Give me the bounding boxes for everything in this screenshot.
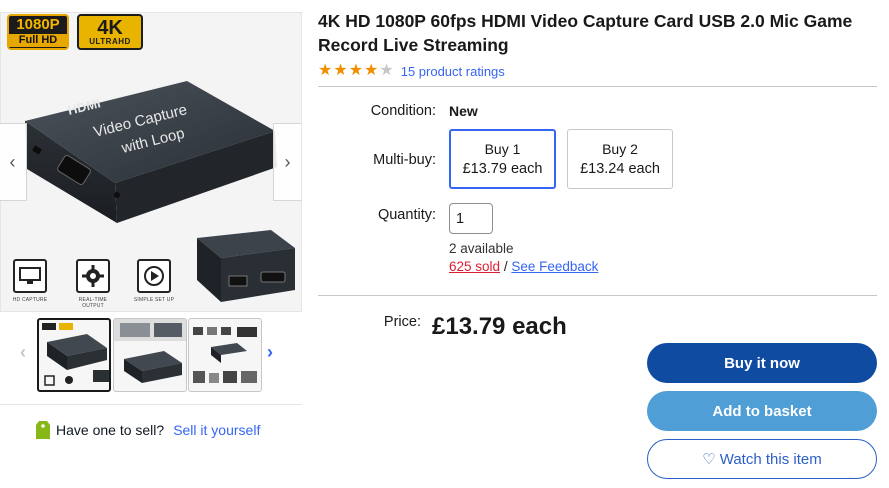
heart-icon: ♡	[702, 451, 716, 468]
watch-item-label: Watch this item	[719, 450, 822, 468]
sell-it-yourself-link[interactable]: Sell it yourself	[173, 422, 260, 438]
multibuy-label: Multi-buy:	[373, 152, 436, 168]
thumb-prev-icon[interactable]: ‹	[20, 342, 26, 363]
feature-caption: SIMPLE SET UP	[133, 297, 175, 303]
left-divider	[0, 404, 302, 405]
feature-simple-setup: SIMPLE SET UP	[129, 259, 179, 303]
product-title: 4K HD 1080P 60fps HDMI Video Capture Car…	[318, 11, 853, 55]
feature-caption: REAL-TIME OUTPUT	[78, 297, 108, 309]
sold-feedback-line: 625 sold / See Feedback	[449, 259, 598, 274]
quantity-label: Quantity:	[377, 207, 436, 223]
buy-it-now-label: Buy it now	[724, 354, 800, 372]
feature-realtime-output: REAL-TIME OUTPUT	[68, 259, 118, 309]
add-to-basket-label: Add to basket	[712, 402, 812, 420]
badge-1080p-top: 1080P	[16, 16, 60, 33]
product-rating[interactable]: ★ ★ ★ ★ ★ 15 product ratings	[318, 63, 505, 79]
see-feedback-link[interactable]: See Feedback	[511, 259, 598, 274]
feature-caption: HD CAPTURE	[12, 297, 48, 303]
condition-value: New	[449, 103, 478, 119]
monitor-icon	[13, 259, 47, 293]
chevron-left-icon: ‹	[9, 151, 16, 172]
multibuy-option-buy-1[interactable]: Buy 1 £13.79 each	[449, 129, 556, 189]
quantity-input[interactable]	[449, 203, 493, 234]
buy-it-now-button[interactable]: Buy it now	[647, 343, 877, 383]
multibuy-option-buy-2[interactable]: Buy 2 £13.24 each	[567, 129, 673, 189]
price-value: £13.79 each	[432, 313, 567, 340]
condition-label: Condition:	[370, 103, 436, 119]
star-full-icon: ★	[318, 62, 333, 79]
badge-1080p: 1080P Full HD	[7, 14, 69, 50]
sell-question: Have one to sell?	[56, 422, 165, 438]
capture-card-small-illustration	[197, 230, 295, 302]
separator: /	[503, 259, 508, 274]
multibuy-option-price: £13.79 each	[462, 161, 543, 177]
chevron-right-icon: ›	[284, 151, 291, 172]
badge-1080p-bottom: Full HD	[9, 34, 67, 47]
play-icon	[137, 259, 171, 293]
badge-4k-top: 4K	[97, 17, 123, 39]
thumbnail-strip: ‹ ›	[0, 318, 302, 394]
multibuy-option-price: £13.24 each	[580, 161, 660, 177]
thumbnail-2[interactable]	[113, 318, 187, 392]
main-product-image[interactable]: 1080P Full HD 4K ULTRAHD HDMI Video Capt…	[0, 12, 302, 312]
price-tag-icon	[36, 421, 50, 439]
gallery-prev-button[interactable]: ‹	[0, 123, 27, 201]
star-empty-icon: ★	[379, 62, 394, 79]
badge-4k-bottom: ULTRAHD	[89, 37, 131, 46]
capture-card-illustration: HDMI Video Capture with Loop	[25, 81, 277, 223]
sold-count-link[interactable]: 625 sold	[449, 259, 500, 274]
star-full-icon: ★	[348, 62, 364, 79]
watch-item-button[interactable]: ♡ Watch this item	[647, 439, 877, 479]
star-full-icon: ★	[333, 62, 348, 79]
add-to-basket-button[interactable]: Add to basket	[647, 391, 877, 431]
badge-4k: 4K ULTRAHD	[77, 14, 143, 50]
thumbnail-3[interactable]	[188, 318, 262, 392]
multibuy-option-qty: Buy 1	[484, 141, 521, 157]
gear-icon	[76, 259, 110, 293]
details-divider-top	[318, 86, 877, 87]
price-label: Price:	[383, 314, 421, 330]
multibuy-option-qty: Buy 2	[602, 141, 638, 157]
sell-prompt: Have one to sell? Sell it yourself	[36, 421, 260, 439]
thumb-next-icon[interactable]: ›	[267, 342, 273, 363]
star-full-icon: ★	[364, 62, 379, 79]
feature-hd-capture: HD CAPTURE	[5, 259, 55, 303]
gallery-next-button[interactable]: ›	[273, 123, 301, 201]
available-count: 2 available	[449, 241, 514, 256]
listing-page: 1080P Full HD 4K ULTRAHD HDMI Video Capt…	[0, 0, 889, 488]
thumbnail-1[interactable]	[37, 318, 111, 392]
details-divider-bottom	[318, 295, 877, 296]
rating-count-link[interactable]: 15 product ratings	[401, 64, 505, 79]
